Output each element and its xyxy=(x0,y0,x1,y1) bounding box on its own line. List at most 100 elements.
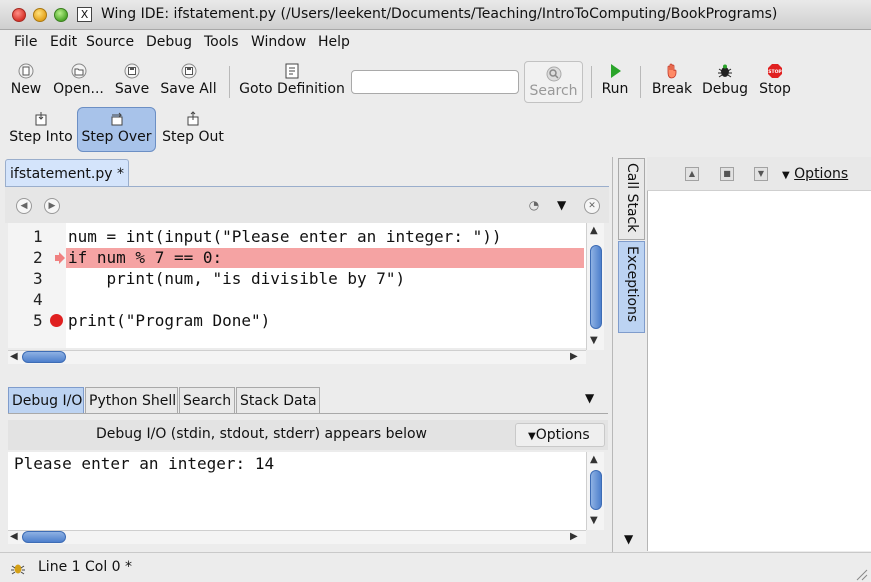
status-bar: Line 1 Col 0 * xyxy=(0,552,871,582)
run-button[interactable]: Run xyxy=(598,63,632,97)
title-bar: X Wing IDE: ifstatement.py (/Users/leeke… xyxy=(0,0,871,30)
hand-stop-icon xyxy=(667,63,677,79)
close-window-button[interactable] xyxy=(12,8,26,22)
new-file-icon xyxy=(18,63,34,79)
stop-icon[interactable]: ■ xyxy=(720,167,734,181)
toolbar-separator xyxy=(640,66,641,98)
editor-toolbar: ◀ ▶ ◔ ▼ ✕ xyxy=(5,187,609,223)
menu-tools[interactable]: Tools xyxy=(204,34,239,50)
scroll-up-arrow-icon[interactable]: ▲ xyxy=(590,225,598,236)
stop-label: Stop xyxy=(759,81,791,97)
open-folder-icon xyxy=(71,63,86,79)
forward-icon[interactable]: ▶ xyxy=(44,198,60,214)
io-vertical-scrollbar[interactable]: ▲ ▼ xyxy=(586,452,604,530)
search-button[interactable]: Search xyxy=(524,61,583,103)
run-label: Run xyxy=(601,81,629,97)
status-text: Line 1 Col 0 * xyxy=(38,559,133,575)
toolbar-separator xyxy=(229,66,230,98)
search-label: Search xyxy=(529,83,578,99)
goto-definition-button[interactable]: Goto Definition xyxy=(238,63,346,97)
settings-icon[interactable]: ◔ xyxy=(526,198,542,214)
menu-source[interactable]: Source xyxy=(86,34,134,50)
editor-horizontal-scrollbar[interactable]: ◀ ▶ xyxy=(8,350,586,364)
resize-grip-icon[interactable] xyxy=(852,565,868,581)
code-line-1: num = int(input("Please enter an integer… xyxy=(68,227,502,246)
back-icon[interactable]: ◀ xyxy=(16,198,32,214)
panel-menu-arrow-icon[interactable]: ▼ xyxy=(585,391,594,405)
debug-button[interactable]: Debug xyxy=(701,63,749,97)
zoom-window-button[interactable] xyxy=(54,8,68,22)
scroll-down-arrow-icon[interactable]: ▼ xyxy=(590,515,598,526)
tab-search[interactable]: Search xyxy=(179,387,235,413)
tab-call-stack[interactable]: Call Stack xyxy=(618,158,645,240)
debug-io-caption: Debug I/O (stdin, stdout, stderr) appear… xyxy=(96,426,428,442)
step-into-icon xyxy=(35,112,47,126)
line-number: 4 xyxy=(33,290,43,309)
code-line-2: if num % 7 == 0: xyxy=(68,248,223,267)
split-divider[interactable] xyxy=(612,157,613,552)
exceptions-panel[interactable] xyxy=(647,191,871,551)
scroll-left-arrow-icon[interactable]: ◀ xyxy=(10,531,18,542)
step-out-label: Step Out xyxy=(162,129,224,145)
menu-window[interactable]: Window xyxy=(251,34,306,50)
tab-divider xyxy=(8,413,608,414)
breakpoint-icon[interactable] xyxy=(49,313,64,328)
open-button[interactable]: Open... xyxy=(51,63,106,97)
editor-vertical-scrollbar[interactable]: ▲ ▼ xyxy=(586,223,604,350)
menu-edit[interactable]: Edit xyxy=(50,34,77,50)
step-into-button[interactable]: Step Into xyxy=(8,111,74,145)
line-number: 1 xyxy=(33,227,43,246)
menu-help[interactable]: Help xyxy=(318,34,350,50)
io-horizontal-scrollbar[interactable]: ◀ ▶ xyxy=(8,530,586,544)
debug-label: Debug xyxy=(701,81,749,97)
open-label: Open... xyxy=(53,81,104,97)
bug-icon xyxy=(11,564,25,575)
line-number: 3 xyxy=(33,269,43,288)
panel-menu-arrow-icon[interactable]: ▼ xyxy=(624,532,633,546)
io-horizontal-scroll-thumb[interactable] xyxy=(22,531,66,543)
debug-io-options-button[interactable]: ▼Options xyxy=(515,423,605,447)
editor-horizontal-scroll-thumb[interactable] xyxy=(22,351,66,363)
scroll-right-arrow-icon[interactable]: ▶ xyxy=(570,351,578,362)
code-line-5: print("Program Done") xyxy=(68,311,271,330)
save-icon xyxy=(124,63,140,79)
editor-tab-ifstatement[interactable]: ifstatement.py * xyxy=(5,159,129,187)
menu-debug[interactable]: Debug xyxy=(146,34,192,50)
editor-vertical-scroll-thumb[interactable] xyxy=(590,245,602,329)
stop-button[interactable]: STOP Stop xyxy=(757,63,793,97)
ide-window: X Wing IDE: ifstatement.py (/Users/leeke… xyxy=(0,0,871,582)
save-all-button[interactable]: Save All xyxy=(159,63,218,97)
window-title: Wing IDE: ifstatement.py (/Users/leekent… xyxy=(101,6,778,22)
run-play-icon xyxy=(611,64,621,78)
goto-definition-label: Goto Definition xyxy=(239,81,345,97)
tab-stack-data[interactable]: Stack Data xyxy=(236,387,320,413)
new-button[interactable]: New xyxy=(10,63,42,97)
scroll-down-arrow-icon[interactable]: ▼ xyxy=(590,335,598,346)
menu-file[interactable]: File xyxy=(14,34,37,50)
step-out-button[interactable]: Step Out xyxy=(160,111,226,145)
debug-io-output[interactable]: Please enter an integer: 14 xyxy=(8,452,586,530)
minimize-window-button[interactable] xyxy=(33,8,47,22)
move-up-icon[interactable]: ▲ xyxy=(685,167,699,181)
right-options-button[interactable]: ▼ Options xyxy=(782,166,848,182)
break-button[interactable]: Break xyxy=(650,63,694,97)
debug-io-header: Debug I/O (stdin, stdout, stderr) appear… xyxy=(8,420,608,450)
chevron-down-icon: ▼ xyxy=(528,431,536,442)
toolbar-separator xyxy=(591,66,592,98)
save-button[interactable]: Save xyxy=(112,63,152,97)
new-label: New xyxy=(10,81,42,97)
tab-debug-io[interactable]: Debug I/O xyxy=(8,387,84,413)
tab-exceptions[interactable]: Exceptions xyxy=(618,241,645,333)
step-over-button[interactable]: Step Over xyxy=(79,111,154,145)
tab-python-shell[interactable]: Python Shell xyxy=(85,387,178,413)
scroll-left-arrow-icon[interactable]: ◀ xyxy=(10,351,18,362)
search-input[interactable] xyxy=(351,70,519,94)
step-out-icon xyxy=(187,111,199,126)
io-vertical-scroll-thumb[interactable] xyxy=(590,470,602,510)
scroll-right-arrow-icon[interactable]: ▶ xyxy=(570,531,578,542)
chevron-down-icon[interactable]: ▼ xyxy=(557,198,566,212)
close-icon[interactable]: ✕ xyxy=(584,198,600,214)
line-number: 5 xyxy=(33,311,43,330)
scroll-up-arrow-icon[interactable]: ▲ xyxy=(590,454,598,465)
move-down-icon[interactable]: ▼ xyxy=(754,167,768,181)
